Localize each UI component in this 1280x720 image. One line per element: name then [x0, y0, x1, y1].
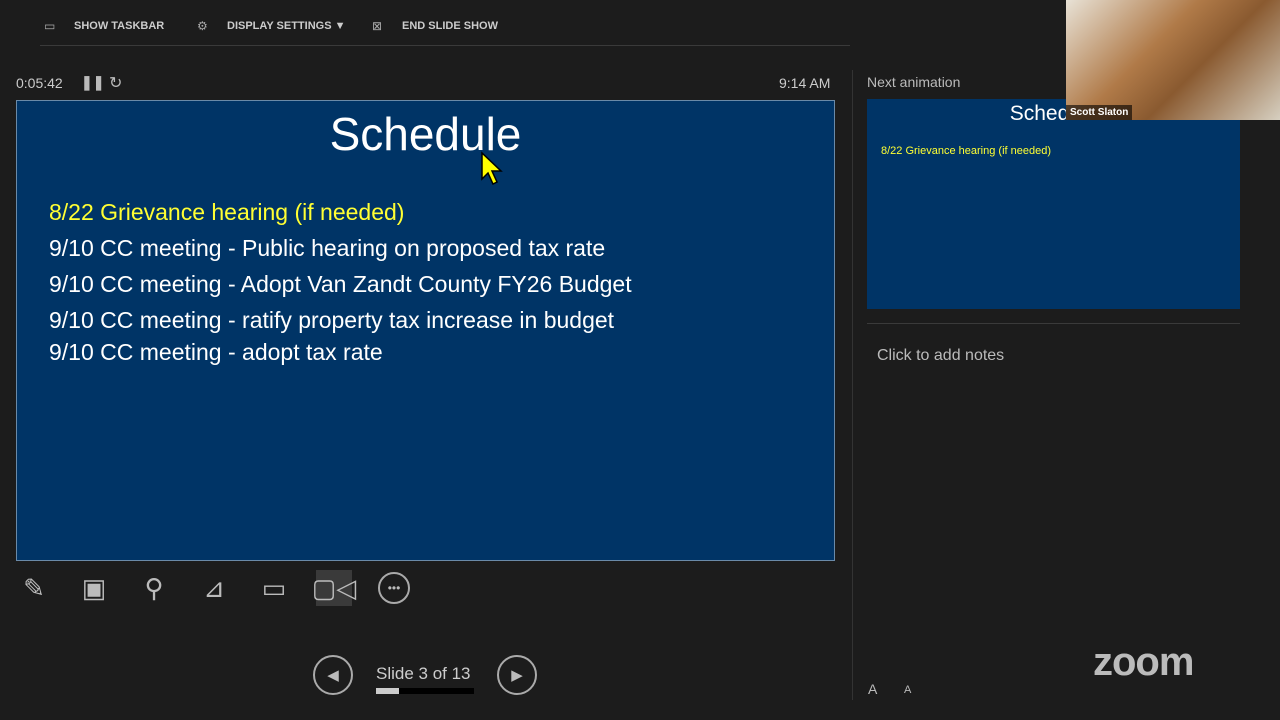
slide-line: 9/10 CC meeting - adopt tax rate [49, 339, 383, 365]
end-slide-show-label: END SLIDE SHOW [402, 20, 498, 32]
slide-counter: Slide 3 of 13 [376, 664, 471, 683]
camera-icon[interactable]: ▢◁ [312, 570, 356, 606]
previous-slide-button[interactable]: ◀ [313, 655, 353, 695]
taskbar-icon: ▭ [44, 19, 56, 33]
next-slide-button[interactable]: ▶ [497, 655, 537, 695]
slide-line: 9/10 CC meeting - Public hearing on prop… [49, 235, 606, 261]
display-settings-label: DISPLAY SETTINGS ▼ [227, 20, 346, 32]
display-settings-button[interactable]: ⚙ DISPLAY SETTINGS ▼ [197, 19, 345, 33]
preview-line: 8/22 Grievance hearing (if needed) [881, 145, 1051, 157]
end-show-icon: ⊠ [372, 19, 383, 33]
current-slide[interactable]: Schedule 8/22 Grievance hearing (if need… [16, 100, 835, 561]
end-slide-show-button[interactable]: ⊠ END SLIDE SHOW [372, 19, 498, 33]
clock: 9:14 AM [779, 75, 831, 91]
display-settings-icon: ⚙ [197, 19, 208, 33]
zoom-logo: zoom [1093, 640, 1194, 684]
pause-icon[interactable]: ❚❚ [81, 74, 104, 91]
slide-line: 9/10 CC meeting - ratify property tax in… [49, 307, 615, 333]
slide-line: 9/10 CC meeting - Adopt Van Zandt County… [49, 271, 632, 297]
notes-area[interactable]: Click to add notes [877, 347, 1004, 365]
black-screen-icon[interactable]: ⊿ [196, 570, 232, 606]
decrease-font-button[interactable]: A [904, 684, 911, 696]
more-options-icon[interactable]: ••• [376, 570, 412, 606]
zoom-magnifier-icon[interactable]: ⚲ [136, 570, 172, 606]
restart-icon[interactable]: ↻ [109, 73, 122, 93]
participant-name: Scott Slaton [1066, 105, 1133, 120]
pane-divider[interactable] [852, 70, 853, 700]
toolbar-divider [40, 45, 850, 46]
show-taskbar-button[interactable]: ▭ SHOW TASKBAR [44, 19, 164, 33]
see-all-slides-icon[interactable]: ▣ [76, 570, 112, 606]
next-slide-preview: Schedule 8/22 Grievance hearing (if need… [867, 99, 1240, 309]
slide-bullets: 8/22 Grievance hearing (if needed) 9/10 … [49, 199, 632, 375]
subtitles-icon[interactable]: ▭ [256, 570, 292, 606]
next-animation-heading: Next animation [867, 74, 961, 90]
slide-progress-bar [376, 688, 474, 694]
notes-divider [867, 323, 1240, 324]
pen-icon[interactable]: ✎ [16, 570, 52, 606]
elapsed-timer: 0:05:42 [16, 75, 63, 91]
mouse-cursor-icon [481, 151, 503, 186]
slide-title: Schedule [329, 108, 522, 160]
increase-font-button[interactable]: A [868, 681, 877, 697]
participant-video: Scott Slaton [1066, 0, 1280, 120]
slide-line: 8/22 Grievance hearing (if needed) [49, 199, 405, 225]
show-taskbar-label: SHOW TASKBAR [74, 20, 165, 32]
